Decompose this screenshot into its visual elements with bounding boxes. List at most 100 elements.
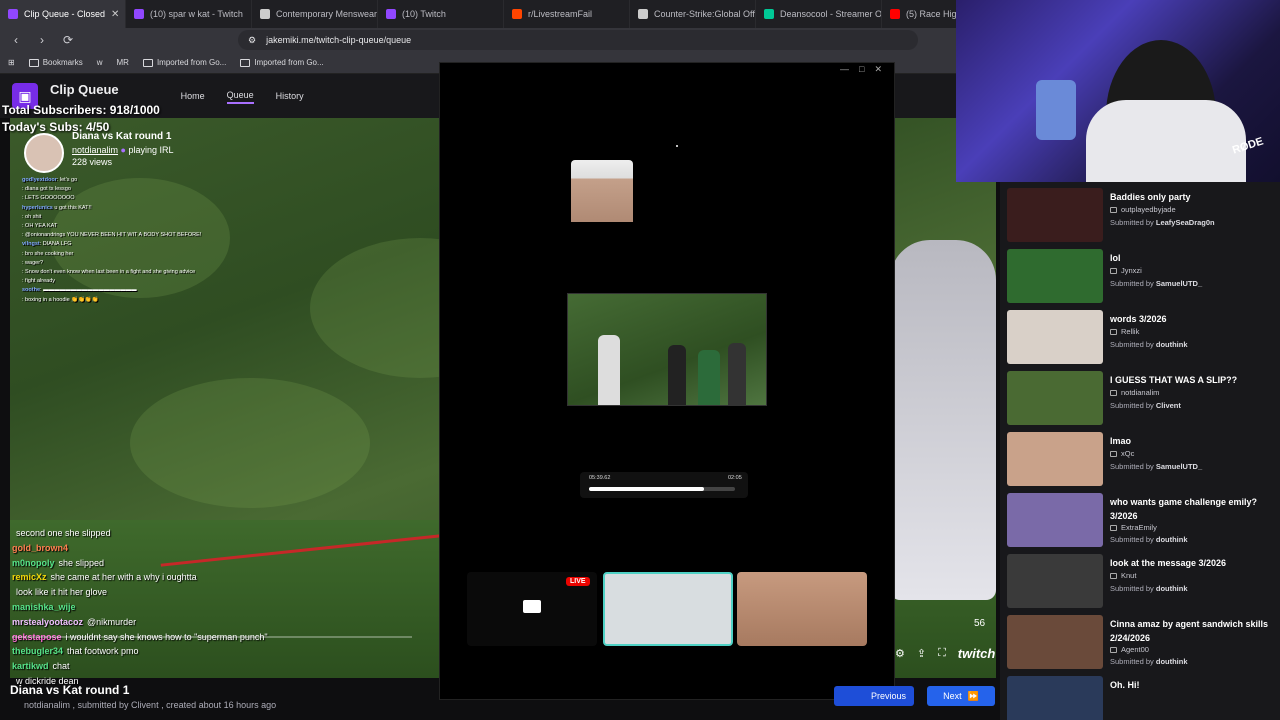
apps-grid-icon[interactable]: ⊞ [8, 58, 15, 67]
chat-line: manishka_wije [12, 600, 332, 615]
queue-thumbnail[interactable] [1007, 554, 1103, 608]
channel-name: notdianalim [1121, 388, 1160, 397]
tab-favicon-icon [134, 9, 144, 19]
browser-tab[interactable]: (10) spar w kat - Twitch [126, 0, 252, 28]
modal-progress-bar[interactable] [589, 487, 735, 491]
chat-line: godlyextdoor: let's go [22, 176, 342, 185]
submitter-name: SamuelUTD_ [1155, 279, 1203, 288]
chat-line: : diana got ts lessgo [22, 185, 342, 194]
participant-tile[interactable] [737, 572, 867, 646]
chat-line: vilngst: DIANA LFG [22, 240, 342, 249]
shared-clip-video[interactable] [567, 293, 767, 406]
queue-thumbnail[interactable] [1007, 249, 1103, 303]
participant-tile-selected[interactable] [603, 572, 733, 646]
queue-item[interactable]: who wants game challenge emily? 3/2026 Ex… [1007, 493, 1277, 549]
clip-progress-bar[interactable] [12, 636, 412, 638]
streamer-webcam [956, 0, 1280, 182]
bookmark-item[interactable]: Imported from Go... [240, 58, 324, 67]
reload-icon[interactable]: ⟳ [58, 33, 78, 47]
chat-line: thebugler34 that footwork pmo [12, 644, 332, 659]
queue-item[interactable]: lol Jynxzi Submitted by SamuelUTD_ [1007, 249, 1277, 305]
clip-bottom-title: Diana vs Kat round 1 [10, 683, 130, 697]
submitted-label: Submitted by [1110, 584, 1156, 593]
browser-tab[interactable]: Clip Queue - Closed ✕ [0, 0, 126, 28]
channel-icon [1110, 389, 1117, 396]
queue-item[interactable]: look at the message 3/2026 Knut Submitted … [1007, 554, 1277, 610]
queue-submitter: Submitted by Clivent [1110, 401, 1181, 410]
queue-item[interactable]: I GUESS THAT WAS A SLIP?? notdianalim Subm… [1007, 371, 1277, 427]
nav-history[interactable]: History [276, 89, 304, 103]
browser-tab[interactable]: Deansocool - Streamer Ov [756, 0, 882, 28]
bookmark-item[interactable]: w [97, 58, 103, 67]
queue-title: lmao [1110, 436, 1132, 446]
browser-tab[interactable]: Contemporary Menswear [252, 0, 378, 28]
bookmark-item[interactable]: Bookmarks [28, 58, 83, 67]
queue-channel: Rellik [1110, 327, 1139, 336]
previous-button[interactable]: Previous [834, 686, 914, 706]
fast-forward-icon: ⏩ [967, 690, 979, 701]
settings-icon[interactable]: ⚙ [895, 647, 905, 660]
close-icon[interactable]: ✕ [874, 64, 882, 75]
live-badge: LIVE [566, 577, 590, 586]
queue-submitter: Submitted by LeafySeaDrag0n [1110, 218, 1215, 227]
queue-thumbnail[interactable] [1007, 615, 1103, 669]
channel-icon [1110, 328, 1117, 335]
participant-video[interactable] [571, 160, 633, 222]
bookmark-item[interactable]: MR [117, 58, 129, 67]
channel-icon [1110, 267, 1117, 274]
clip-views: 228 views [72, 157, 113, 167]
queue-item[interactable]: words 3/2026 Rellik Submitted by douthink [1007, 310, 1277, 366]
queue-thumbnail[interactable] [1007, 188, 1103, 242]
tab-close-icon[interactable]: ✕ [111, 9, 119, 20]
queue-thumbnail[interactable] [1007, 432, 1103, 486]
queue-item[interactable]: Baddies only party outplayedbyjade Submitt… [1007, 188, 1277, 244]
chat-message: : @onionandrings YOU NEVER BEEN HIT WIT … [22, 232, 202, 239]
browser-tab[interactable]: Counter-Strike:Global Offe [630, 0, 756, 28]
site-info-icon[interactable]: ⚙ [248, 35, 256, 46]
back-icon[interactable]: ‹ [6, 33, 26, 47]
queue-thumbnail[interactable] [1007, 493, 1103, 547]
channel-name: Agent00 [1121, 645, 1149, 654]
chat-message: : let's go [56, 177, 78, 183]
chat-message: second one she slipped [16, 528, 111, 538]
queue-thumbnail[interactable] [1007, 310, 1103, 364]
screen-share-icon [523, 600, 541, 613]
bookmark-item[interactable]: Imported from Go... [142, 58, 226, 67]
tab-favicon-icon [638, 9, 648, 19]
fullscreen-icon[interactable]: ⛶ [938, 647, 946, 660]
queue-thumbnail[interactable] [1007, 676, 1103, 720]
chat-line: m0nopoly she slipped [12, 556, 332, 571]
tab-label: Deansocool - Streamer Ov [780, 9, 882, 19]
address-bar[interactable]: ⚙ jakemiki.me/twitch-clip-queue/queue [238, 30, 918, 50]
browser-tab[interactable]: r/LivestreamFail [504, 0, 630, 28]
chat-line: : @onionandrings YOU NEVER BEEN HIT WIT … [22, 231, 342, 240]
queue-channel: Agent00 [1110, 645, 1149, 654]
queue-submitter: Submitted by SamuelUTD_ [1110, 462, 1202, 471]
tab-favicon-icon [890, 9, 900, 19]
chat-username: hyperlunics [22, 204, 53, 211]
tab-label: Contemporary Menswear [276, 9, 378, 19]
tab-label: r/LivestreamFail [528, 9, 593, 19]
chat-line: remicXz she came at her with a why i ough… [12, 570, 332, 585]
chat-message: : OH YEA KAT [22, 223, 58, 230]
streamer-name[interactable]: notdianalim [72, 145, 118, 155]
chat-message: : boxing in a hoodie 👏👏👏👏 [22, 296, 99, 303]
queue-channel: notdianalim [1110, 388, 1159, 397]
tab-label: Counter-Strike:Global Offe [654, 9, 756, 19]
nav-home[interactable]: Home [181, 89, 205, 103]
queue-item[interactable]: Cinna amaz by agent sandwich skills 2/24… [1007, 615, 1277, 671]
queue-submitter: Submitted by douthink [1110, 657, 1188, 666]
next-button[interactable]: Next ⏩ [927, 686, 995, 706]
forward-icon[interactable]: › [32, 33, 52, 47]
nav-queue[interactable]: Queue [226, 88, 254, 104]
queue-item[interactable]: Oh. Hi! [1007, 676, 1277, 720]
queue-thumbnail[interactable] [1007, 371, 1103, 425]
minimize-icon[interactable]: — [840, 64, 849, 75]
maximize-icon[interactable]: □ [859, 64, 864, 75]
submitter-name: douthink [1155, 340, 1188, 349]
queue-item[interactable]: lmao xQc Submitted by SamuelUTD_ [1007, 432, 1277, 488]
clip-streamer[interactable]: notdianalim ● playing IRL [72, 145, 174, 155]
browser-tab[interactable]: (10) Twitch [378, 0, 504, 28]
share-icon[interactable]: ⇪ [917, 647, 926, 660]
twitch-logo[interactable]: twitch [958, 646, 996, 661]
